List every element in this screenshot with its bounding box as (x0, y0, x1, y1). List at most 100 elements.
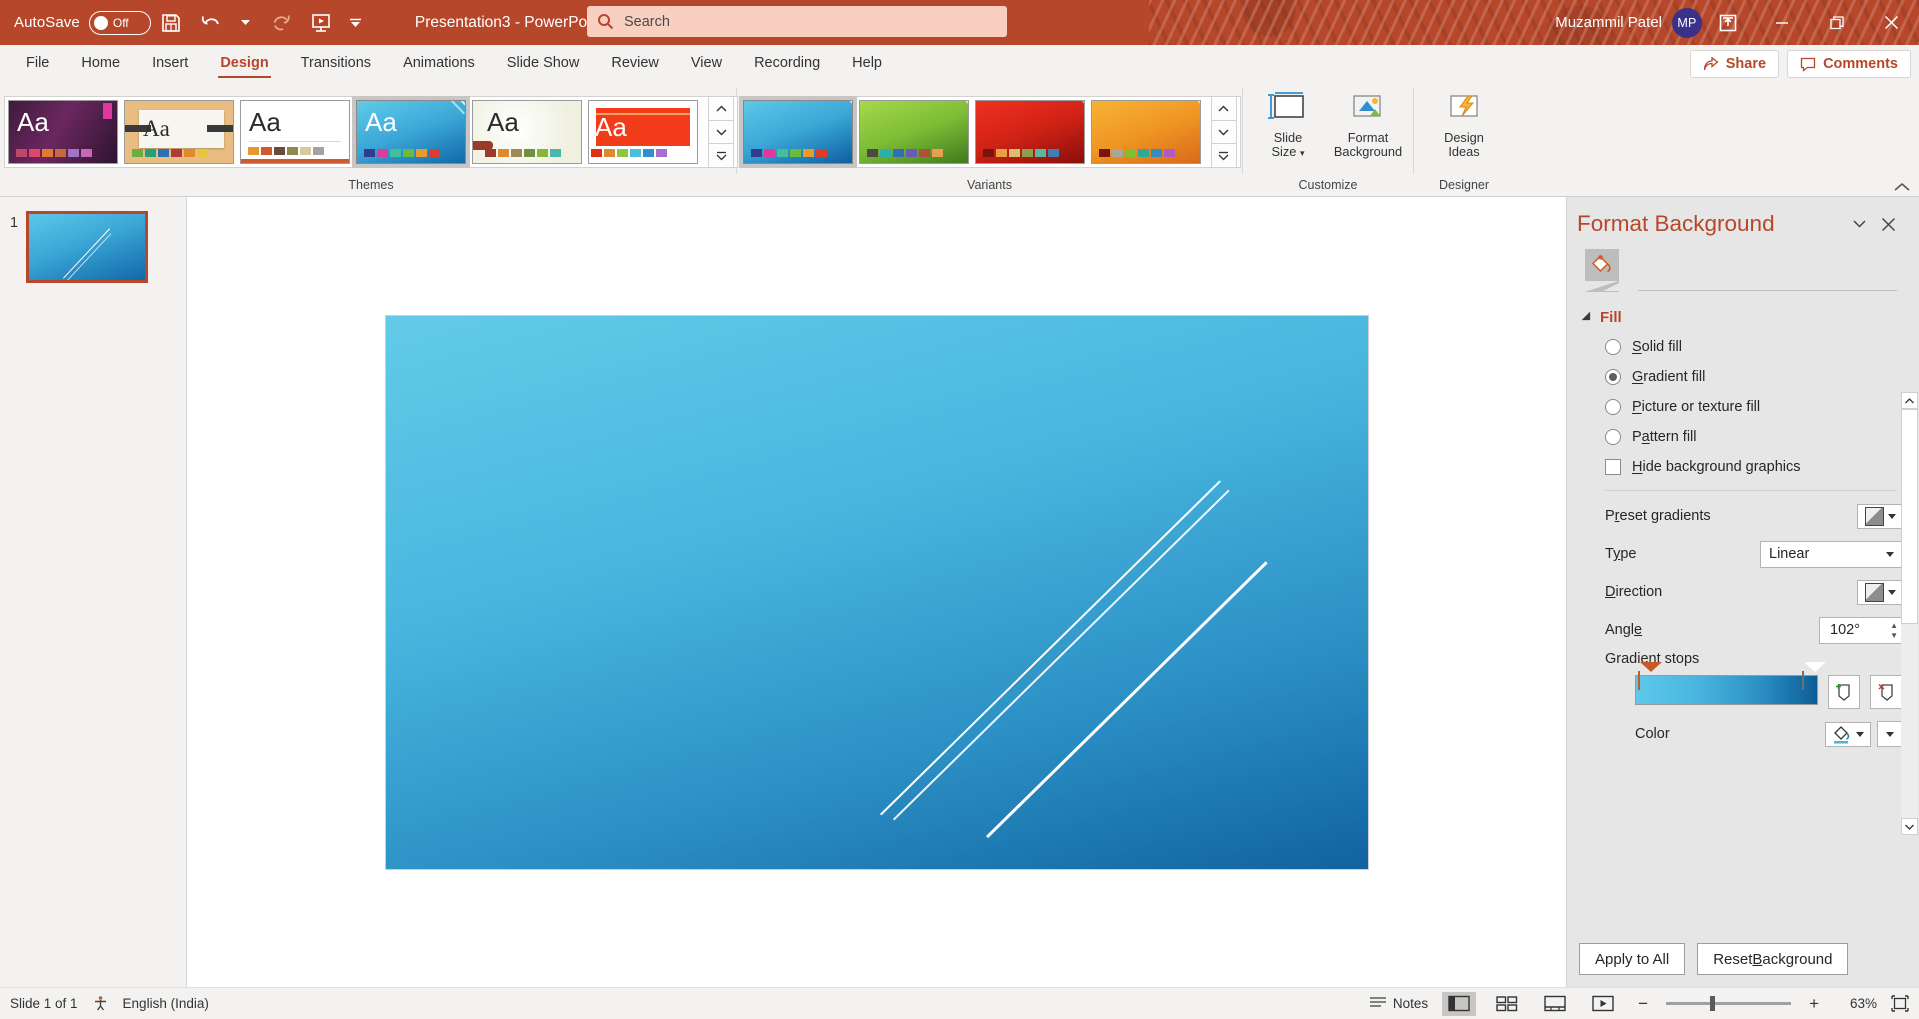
fit-slide-to-window-icon[interactable] (1891, 995, 1909, 1012)
language-indicator[interactable]: English (India) (123, 996, 209, 1011)
option-pattern-fill[interactable]: Pattern fill (1583, 422, 1903, 452)
fill-bucket-icon[interactable] (1585, 249, 1619, 292)
panel-scroll-up-button[interactable] (1901, 392, 1918, 409)
search-input[interactable]: Search (624, 14, 670, 30)
theme-badge[interactable]: Aa (124, 100, 234, 164)
slide-count[interactable]: Slide 1 of 1 (10, 996, 78, 1011)
color-button[interactable] (1825, 721, 1871, 747)
accessibility-icon[interactable] (92, 995, 109, 1012)
close-button[interactable] (1864, 0, 1919, 45)
share-button[interactable]: Share (1689, 50, 1780, 78)
stepper-up-icon[interactable]: ▲ (1890, 621, 1898, 629)
tab-help[interactable]: Help (836, 46, 898, 80)
format-background-button[interactable]: Format Background (1330, 86, 1406, 178)
tab-view[interactable]: View (675, 46, 738, 80)
ribbon-display-options-icon[interactable] (1702, 0, 1754, 45)
variant-blue[interactable] (738, 96, 857, 168)
slide-show-icon[interactable] (1586, 992, 1620, 1016)
start-from-beginning-icon[interactable] (301, 7, 341, 39)
chevron-down-icon[interactable] (1887, 589, 1896, 595)
option-hide-background-graphics[interactable]: Hide background graphics (1583, 452, 1903, 482)
chevron-down-icon[interactable] (1887, 513, 1896, 519)
undo-dropdown-icon[interactable] (231, 7, 261, 39)
tab-design[interactable]: Design (204, 46, 284, 80)
normal-view-icon[interactable] (1442, 991, 1477, 1016)
stepper-arrows[interactable]: ▲ ▼ (1890, 621, 1898, 639)
add-gradient-stop-icon[interactable] (1827, 675, 1861, 709)
radio-solid-fill[interactable] (1605, 339, 1621, 355)
panel-scrollbar-thumb[interactable] (1901, 409, 1918, 624)
chevron-down-icon[interactable] (1856, 731, 1864, 737)
slide-sorter-icon[interactable] (1490, 992, 1524, 1016)
gradient-stop-2[interactable] (1802, 662, 1826, 710)
slide-thumbnail-pane[interactable]: 1 (0, 197, 187, 987)
zoom-slider-handle[interactable] (1710, 996, 1716, 1011)
chevron-down-icon[interactable] (1886, 551, 1894, 557)
tab-transitions[interactable]: Transitions (285, 46, 387, 80)
direction-button[interactable] (1857, 579, 1903, 605)
design-ideas-button[interactable]: Design Ideas (1426, 86, 1502, 178)
panel-scroll-down-button[interactable] (1901, 818, 1918, 835)
notes-button[interactable]: Notes (1369, 996, 1428, 1011)
radio-gradient-fill[interactable] (1605, 369, 1621, 385)
variants-scroll-down-button[interactable] (1210, 119, 1237, 145)
customize-quick-access-toolbar-icon[interactable] (341, 7, 371, 39)
variants-gallery[interactable] (738, 96, 1241, 169)
gradient-stop-1[interactable] (1638, 662, 1662, 710)
theme-banded[interactable]: Aa (240, 100, 350, 164)
save-icon[interactable] (151, 7, 191, 39)
tab-review[interactable]: Review (595, 46, 675, 80)
radio-pattern-fill[interactable] (1605, 429, 1621, 445)
variants-more-button[interactable] (1210, 143, 1237, 169)
theme-facet-blue[interactable]: Aa (352, 96, 470, 168)
tab-insert[interactable]: Insert (136, 46, 204, 80)
minimize-button[interactable] (1754, 0, 1809, 45)
slide-size-button[interactable]: Slide Size ▾ (1250, 86, 1326, 178)
redo-icon[interactable] (261, 7, 301, 39)
themes-scroll-down-button[interactable] (708, 119, 734, 145)
reading-view-icon[interactable] (1538, 992, 1572, 1016)
stepper-down-icon[interactable]: ▼ (1890, 631, 1898, 639)
tab-animations[interactable]: Animations (387, 46, 491, 80)
variants-scroll-up-button[interactable] (1210, 96, 1237, 121)
zoom-in-button[interactable]: + (1805, 994, 1823, 1014)
option-picture-or-texture-fill[interactable]: Picture or texture fill (1583, 392, 1903, 422)
avatar[interactable]: MP (1672, 7, 1702, 38)
close-icon[interactable] (1881, 217, 1909, 232)
slide-list-item[interactable]: 1 (0, 211, 186, 283)
fill-section-header[interactable]: Fill (1581, 309, 1903, 326)
tab-file[interactable]: File (10, 46, 65, 80)
tab-slide-show[interactable]: Slide Show (491, 46, 596, 80)
angle-stepper[interactable]: 102° ▲ ▼ (1819, 616, 1903, 644)
tab-home[interactable]: Home (65, 46, 136, 80)
reset-background-button[interactable]: Reset Background (1697, 943, 1849, 975)
theme-berlin[interactable]: Aa (588, 100, 698, 164)
zoom-slider[interactable] (1666, 996, 1792, 1011)
zoom-out-button[interactable]: − (1634, 994, 1652, 1014)
restore-button[interactable] (1809, 0, 1864, 45)
chevron-down-icon[interactable] (1886, 731, 1894, 737)
expand-collapse-icon[interactable] (1581, 311, 1595, 324)
comments-button[interactable]: Comments (1787, 50, 1911, 78)
tab-recording[interactable]: Recording (738, 46, 836, 80)
preset-gradients-button[interactable] (1857, 503, 1903, 529)
angle-value[interactable]: 102° (1830, 622, 1890, 638)
themes-scroll-up-button[interactable] (708, 96, 734, 121)
autosave-toggle[interactable]: Off (88, 10, 151, 35)
themes-more-button[interactable] (708, 143, 734, 169)
panel-scrollbar[interactable] (1901, 392, 1918, 835)
color-more-options-button[interactable] (1877, 721, 1903, 747)
type-dropdown[interactable]: Linear (1760, 540, 1903, 568)
themes-gallery[interactable]: Aa Aa Aa Aa Aa Aa (4, 96, 738, 169)
checkbox-hide-background-graphics[interactable] (1605, 459, 1621, 475)
undo-icon[interactable] (191, 7, 231, 39)
search-box[interactable]: Search (587, 6, 1007, 37)
variant-orange[interactable] (1090, 100, 1201, 164)
theme-organic[interactable]: Aa (472, 100, 582, 164)
variant-red[interactable] (974, 100, 1085, 164)
slide-canvas[interactable] (385, 315, 1368, 869)
panel-dropdown-icon[interactable] (1853, 220, 1881, 228)
option-solid-fill[interactable]: Solid fill (1583, 332, 1903, 362)
radio-picture-or-texture-fill[interactable] (1605, 399, 1621, 415)
gradient-stops-bar[interactable] (1635, 662, 1826, 705)
